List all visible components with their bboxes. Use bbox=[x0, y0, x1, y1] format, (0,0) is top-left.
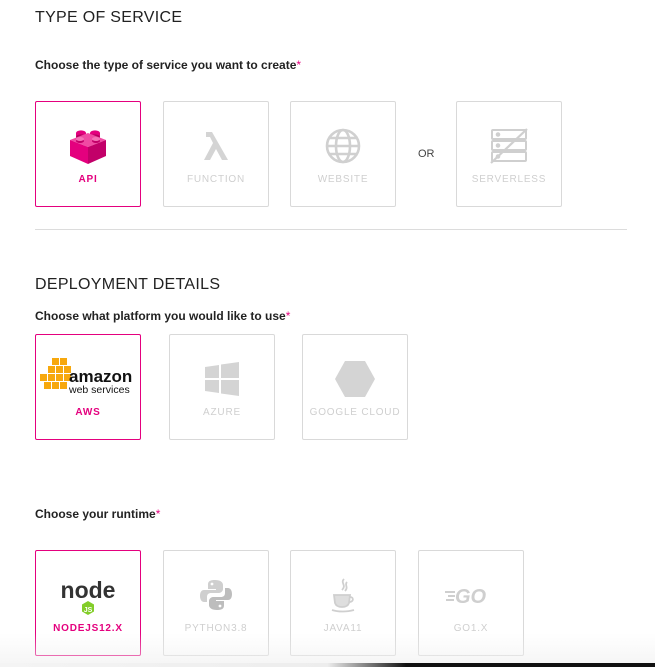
runtime-option-label: JAVA11 bbox=[323, 623, 363, 634]
required-mark: * bbox=[285, 309, 291, 323]
required-mark: * bbox=[155, 507, 161, 521]
service-option-label: WEBSITE bbox=[317, 174, 369, 185]
runtime-option-python[interactable]: PYTHON3.8 bbox=[163, 550, 269, 656]
java-icon bbox=[291, 573, 395, 617]
service-option-serverless[interactable]: SERVERLESS bbox=[456, 101, 562, 207]
runtime-option-go[interactable]: GO GO1.X bbox=[418, 550, 524, 656]
or-label: OR bbox=[418, 148, 435, 160]
lambda-icon bbox=[164, 124, 268, 168]
platform-option-aws[interactable]: amazon web services AWS bbox=[35, 334, 141, 440]
runtime-option-java[interactable]: JAVA11 bbox=[290, 550, 396, 656]
platform-question-text: Choose what platform you would like to u… bbox=[35, 309, 286, 323]
section-title-service: TYPE OF SERVICE bbox=[35, 9, 183, 26]
runtime-question-text: Choose your runtime bbox=[35, 507, 156, 521]
service-option-label: FUNCTION bbox=[186, 174, 246, 185]
platform-option-azure[interactable]: AZURE bbox=[169, 334, 275, 440]
runtime-option-label: PYTHON3.8 bbox=[184, 623, 248, 634]
runtime-option-label: GO1.X bbox=[453, 623, 489, 634]
platform-option-label: AZURE bbox=[203, 407, 241, 418]
nodejs-logo-text: node bbox=[61, 577, 116, 603]
aws-logo-icon: amazon web services bbox=[36, 355, 140, 395]
go-logo-text: GO bbox=[455, 586, 487, 608]
windows-icon bbox=[170, 357, 274, 401]
required-mark: * bbox=[296, 58, 302, 72]
python-icon bbox=[164, 573, 268, 617]
section-title-deployment: DEPLOYMENT DETAILS bbox=[35, 276, 221, 293]
platform-option-google-cloud[interactable]: GOOGLE CLOUD bbox=[302, 334, 408, 440]
service-option-api[interactable]: API bbox=[35, 101, 141, 207]
svg-text:JS: JS bbox=[84, 607, 93, 614]
runtime-option-nodejs[interactable]: node JS NODEJS12.X bbox=[35, 550, 141, 656]
nodejs-logo-icon: node JS bbox=[36, 573, 140, 617]
platform-option-label: AWS bbox=[75, 407, 101, 418]
lego-block-icon bbox=[36, 124, 140, 168]
hexagon-icon bbox=[303, 357, 407, 401]
go-logo-icon: GO bbox=[419, 573, 523, 617]
runtime-question: Choose your runtime* bbox=[35, 507, 160, 521]
service-option-website[interactable]: WEBSITE bbox=[290, 101, 396, 207]
service-question: Choose the type of service you want to c… bbox=[35, 58, 301, 72]
serverless-icon bbox=[457, 124, 561, 168]
platform-question: Choose what platform you would like to u… bbox=[35, 309, 290, 323]
service-option-label: API bbox=[78, 174, 98, 185]
platform-option-label: GOOGLE CLOUD bbox=[309, 407, 401, 418]
bottom-edge bbox=[0, 663, 655, 667]
service-question-text: Choose the type of service you want to c… bbox=[35, 58, 297, 72]
section-divider bbox=[35, 229, 627, 230]
aws-logo-subtext: web services bbox=[68, 384, 130, 395]
runtime-option-label: NODEJS12.X bbox=[53, 623, 123, 634]
service-option-function[interactable]: FUNCTION bbox=[163, 101, 269, 207]
globe-icon bbox=[291, 124, 395, 168]
service-option-label: SERVERLESS bbox=[471, 174, 547, 185]
